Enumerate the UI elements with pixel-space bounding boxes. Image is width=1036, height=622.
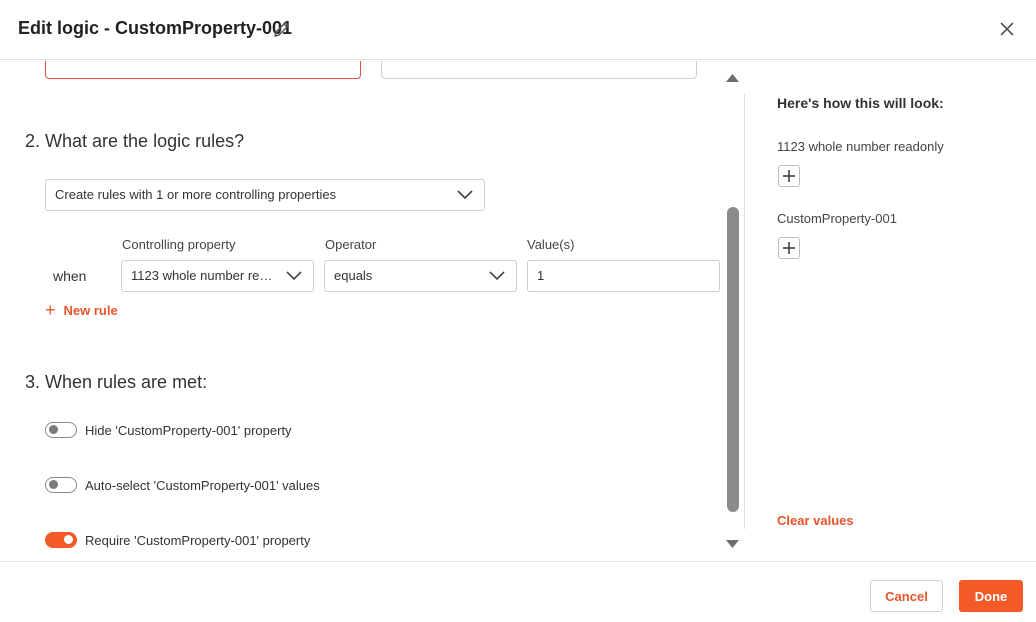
auto-select-label: Auto-select 'CustomProperty-001' values	[85, 477, 320, 493]
clear-values-link[interactable]: Clear values	[777, 513, 854, 528]
new-rule-button[interactable]: + New rule	[45, 301, 118, 319]
toggle-knob	[49, 425, 58, 434]
controlling-property-value: 1123 whole number readonly	[131, 268, 298, 283]
when-label: when	[53, 268, 87, 284]
auto-select-toggle[interactable]	[45, 477, 77, 493]
hide-property-toggle[interactable]	[45, 422, 77, 438]
hide-property-row: Hide 'CustomProperty-001' property	[45, 422, 292, 438]
close-icon[interactable]	[995, 17, 1019, 41]
plus-icon	[783, 170, 795, 182]
section-logic-rules-title: 2. What are the logic rules?	[25, 131, 245, 151]
pencil-icon[interactable]	[272, 19, 292, 39]
plus-icon	[783, 242, 795, 254]
cancel-button[interactable]: Cancel	[870, 580, 943, 612]
require-property-label: Require 'CustomProperty-001' property	[85, 532, 311, 548]
value-input[interactable]: 1	[527, 260, 720, 292]
scroll-up-arrow-icon[interactable]	[725, 73, 740, 83]
rule-mode-select[interactable]: Create rules with 1 or more controlling …	[45, 179, 485, 211]
values-label: Value(s)	[527, 237, 575, 252]
require-property-row: Require 'CustomProperty-001' property	[45, 532, 310, 548]
property-field-input[interactable]	[381, 61, 697, 79]
toggle-knob	[49, 480, 58, 489]
dialog-body: 2. What are the logic rules? Create rule…	[0, 61, 1036, 561]
dialog-title: Edit logic - CustomProperty-001	[18, 18, 293, 38]
preview-item-label: CustomProperty-001	[777, 211, 897, 226]
plus-icon: +	[45, 300, 56, 320]
controlling-property-label: Controlling property	[122, 237, 236, 252]
preview-title: Here's how this will look:	[777, 95, 944, 111]
section-rules-met-title: 3. When rules are met:	[25, 372, 208, 392]
operator-value: equals	[334, 268, 373, 283]
operator-select[interactable]: equals	[324, 260, 517, 292]
dialog-header: Edit logic - CustomProperty-001	[0, 0, 1036, 60]
rule-mode-value: Create rules with 1 or more controlling …	[55, 187, 337, 202]
dialog-footer: Cancel Done	[0, 561, 1036, 622]
property-name-input[interactable]	[45, 61, 361, 79]
preview-add-button[interactable]	[778, 237, 800, 259]
scrollbar-thumb[interactable]	[727, 207, 739, 512]
controlling-property-select[interactable]: 1123 whole number readonly	[121, 260, 314, 292]
chevron-down-icon	[489, 271, 505, 281]
preview-item-label: 1123 whole number readonly	[777, 139, 944, 154]
scroll-down-arrow-icon[interactable]	[725, 539, 740, 549]
toggle-knob	[64, 535, 73, 544]
preview-add-button[interactable]	[778, 165, 800, 187]
chevron-down-icon	[457, 190, 473, 200]
operator-label: Operator	[325, 237, 377, 252]
chevron-down-icon	[286, 271, 302, 281]
auto-select-row: Auto-select 'CustomProperty-001' values	[45, 477, 320, 493]
require-property-toggle[interactable]	[45, 532, 77, 548]
new-rule-label: New rule	[63, 302, 118, 318]
done-button[interactable]: Done	[959, 580, 1023, 612]
panel-divider	[744, 94, 745, 529]
hide-property-label: Hide 'CustomProperty-001' property	[85, 422, 292, 438]
